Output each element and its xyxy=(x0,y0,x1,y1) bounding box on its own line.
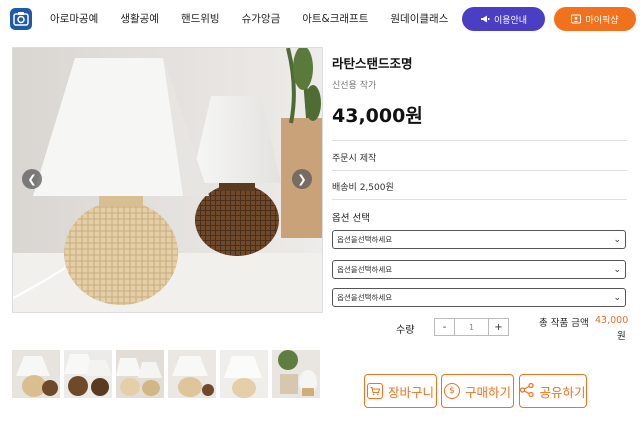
buy-now-button[interactable]: $ 구매하기 xyxy=(441,374,514,408)
chevron-down-icon: ⌄ xyxy=(613,293,621,303)
thumbnail-3[interactable] xyxy=(116,350,164,398)
nav-item-weaving[interactable]: 핸드위빙 xyxy=(181,11,220,26)
share-button[interactable]: 공유하기 xyxy=(519,374,587,408)
total-price-unit: 원 xyxy=(617,331,626,342)
mypage-button-label: 마이픽샵 xyxy=(585,15,619,26)
shipping-fee-text: 배송비 2,500원 xyxy=(332,183,394,193)
chevron-down-icon: ⌄ xyxy=(613,265,621,275)
total-price-amount: 43,000 xyxy=(595,315,629,326)
buy-now-label: 구매하기 xyxy=(464,384,511,400)
nav-item-oneday-class[interactable]: 원데이클래스 xyxy=(390,11,448,26)
nav-item-living[interactable]: 생활공예 xyxy=(120,11,159,26)
add-to-cart-label: 장바구니 xyxy=(387,384,434,400)
dollar-icon: $ xyxy=(443,383,460,399)
divider xyxy=(332,170,627,171)
thumbnail-2[interactable] xyxy=(64,350,112,398)
logo-icon[interactable] xyxy=(10,8,32,30)
divider xyxy=(332,140,627,141)
thumbnail-4[interactable] xyxy=(168,350,216,398)
chevron-down-icon: ⌄ xyxy=(613,235,621,245)
chevron-left-icon: ❮ xyxy=(27,172,37,186)
quantity-plus-button[interactable]: + xyxy=(489,319,508,335)
option-select-2[interactable]: 옵션을선택하세요 ⌄ xyxy=(332,260,626,279)
prev-image-arrow[interactable]: ❮ xyxy=(22,169,42,189)
share-icon xyxy=(520,382,535,400)
next-image-arrow[interactable]: ❯ xyxy=(292,169,312,189)
product-price: 43,000원 xyxy=(332,105,423,127)
mypage-button[interactable]: 마이픽샵 xyxy=(554,7,636,31)
megaphone-icon xyxy=(480,15,490,23)
option-select-1[interactable]: 옵션을선택하세요 ⌄ xyxy=(332,230,626,249)
profile-card-icon xyxy=(571,14,582,24)
product-title: 라탄스탠드조명 xyxy=(332,56,413,71)
option-select-3[interactable]: 옵션을선택하세요 ⌄ xyxy=(332,288,626,307)
product-author[interactable]: 신선용 작가 xyxy=(332,78,376,91)
nav-item-sugar[interactable]: 슈가앙금 xyxy=(242,11,281,26)
options-title: 옵션 선택 xyxy=(332,213,370,224)
nav-item-art-craft[interactable]: 아트&크래프트 xyxy=(302,11,368,26)
thumbnail-1[interactable] xyxy=(12,350,60,398)
info-button-label: 이용안내 xyxy=(493,15,528,26)
made-to-order-text: 주문시 제작 xyxy=(332,154,377,164)
add-to-cart-button[interactable]: 장바구니 xyxy=(364,374,437,408)
main-nav: 아로마공예 생활공예 핸드위빙 슈가앙금 아트&크래프트 원데이클래스 xyxy=(50,11,470,26)
site-header: 아로마공예 생활공예 핸드위빙 슈가앙금 아트&크래프트 원데이클래스 이용안내… xyxy=(0,0,640,40)
thumbnail-strip xyxy=(12,350,320,398)
quantity-label: 수량 xyxy=(396,325,415,336)
quantity-minus-button[interactable]: - xyxy=(435,319,454,335)
nav-item-aroma[interactable]: 아로마공예 xyxy=(50,11,98,26)
cart-icon xyxy=(366,383,383,399)
thumbnail-6[interactable] xyxy=(272,350,320,398)
share-label: 공유하기 xyxy=(539,384,586,400)
option-select-value: 옵션을선택하세요 xyxy=(337,265,393,274)
quantity-stepper: - 1 + xyxy=(434,318,509,336)
option-select-value: 옵션을선택하세요 xyxy=(337,235,393,244)
divider xyxy=(332,199,627,200)
quantity-input[interactable]: 1 xyxy=(454,319,489,335)
chevron-right-icon: ❯ xyxy=(297,172,307,186)
total-price-label: 총 작품 금액 xyxy=(539,318,589,329)
thumbnail-5[interactable] xyxy=(220,350,268,398)
option-select-value: 옵션을선택하세요 xyxy=(337,293,393,302)
info-button[interactable]: 이용안내 xyxy=(462,7,545,31)
product-main-image xyxy=(12,47,323,313)
